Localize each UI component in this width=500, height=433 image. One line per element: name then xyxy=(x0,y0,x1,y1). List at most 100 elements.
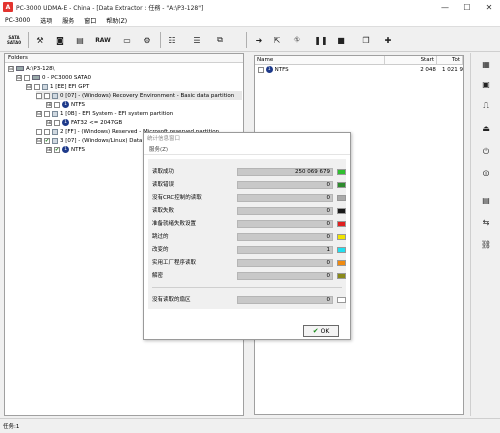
ok-label: OK xyxy=(320,327,330,335)
side-button-5[interactable]: ⏻ xyxy=(476,143,496,161)
side-button-6[interactable]: ⏼ xyxy=(476,165,496,183)
tree-item-partition-0[interactable]: 0 [07] - (Windows) Recovery Environment … xyxy=(36,91,242,100)
filesystem-icon: 1 xyxy=(62,119,69,126)
stat-color-swatch xyxy=(337,234,346,240)
pause-button[interactable]: ❚❚ xyxy=(312,31,330,49)
list-icon: ☰ xyxy=(193,35,201,45)
export-button[interactable]: ⇱ xyxy=(268,31,286,49)
list-header: Name Start Tot xyxy=(255,56,463,65)
expand-icon[interactable]: ⊞ xyxy=(46,101,52,108)
tree-item-partition-3[interactable]: ⊟ ✔ 3 [07] - (Windows/Linux) Data - xyxy=(36,136,146,145)
map-button[interactable]: ▤ xyxy=(71,31,89,49)
side-button-1[interactable]: ▦ xyxy=(476,55,496,73)
tree-checkbox[interactable] xyxy=(34,83,40,90)
tree-checkbox[interactable] xyxy=(44,110,50,117)
stat-value: 0 xyxy=(237,233,333,241)
disk-button[interactable]: ▭ xyxy=(118,31,136,49)
menu-help[interactable]: 帮助(Z) xyxy=(101,16,132,25)
tree-item-fat32[interactable]: ⊞ 1 FAT32 <= 2047GB xyxy=(46,118,122,127)
tree-checkbox[interactable] xyxy=(24,74,30,81)
filesystem-icon: 1 xyxy=(265,66,273,73)
expand-icon[interactable]: ⊞ xyxy=(46,146,52,153)
close-button[interactable]: ✕ xyxy=(478,0,500,14)
collapse-icon[interactable]: ⊟ xyxy=(8,65,14,72)
stat-label: 读取错误 xyxy=(152,182,175,188)
side-button-8[interactable]: ⇆ xyxy=(476,213,496,231)
layers-button[interactable]: ⧉ xyxy=(211,31,229,49)
ok-button[interactable]: ✔ OK xyxy=(303,325,339,337)
stat-color-swatch xyxy=(337,221,346,227)
list-item-name: NTFS xyxy=(274,66,289,73)
stop-button[interactable]: ■ xyxy=(332,31,350,49)
chip-icon: ▦ xyxy=(482,59,490,69)
menu-window[interactable]: 窗口 xyxy=(79,16,101,25)
column-name[interactable]: Name xyxy=(255,56,385,64)
tree-checkbox[interactable] xyxy=(54,101,60,108)
dialog-menu-service[interactable]: 服务(Z) xyxy=(144,145,350,155)
network-icon: ⛗ xyxy=(293,35,301,44)
collapse-icon[interactable]: ⊟ xyxy=(16,74,22,81)
expand-icon[interactable]: ⊞ xyxy=(46,119,52,126)
stat-value: 0 xyxy=(237,272,333,280)
tree-item-label: 0 - PC3000 SATA0 xyxy=(42,74,92,81)
side-button-9[interactable]: ⛓ xyxy=(476,235,496,253)
menu-pc3000[interactable]: PC-3000 xyxy=(0,17,35,24)
binoculars-button[interactable]: ◙ xyxy=(51,31,69,49)
tree-checkbox[interactable] xyxy=(44,128,50,135)
binoculars-icon: ◙ xyxy=(56,35,64,45)
tree-item-label: NTFS xyxy=(71,146,86,153)
tree-item-device[interactable]: ⊟ 0 - PC3000 SATA0 xyxy=(16,73,91,82)
list-item-checkbox[interactable] xyxy=(258,66,264,73)
menu-service[interactable]: 服务 xyxy=(57,16,79,25)
side-button-4[interactable]: ⏏ xyxy=(476,119,496,137)
tree-item-gpt[interactable]: ⊟ 1 [EE] EFI GPT xyxy=(26,82,89,91)
pause-icon: ❚❚ xyxy=(314,35,328,45)
go-button[interactable]: ➜ xyxy=(250,31,268,49)
collapse-icon[interactable]: ⊟ xyxy=(26,83,32,90)
tree-item-label: 3 [07] - (Windows/Linux) Data - xyxy=(60,137,147,144)
tree-item-ntfs-0[interactable]: ⊞ 1 NTFS xyxy=(46,100,85,109)
collapse-icon[interactable]: ⊟ xyxy=(36,137,42,144)
stat-label: 跳过的 xyxy=(152,234,169,240)
minimize-button[interactable]: — xyxy=(434,0,456,14)
tree-checkbox[interactable]: ✔ xyxy=(54,146,60,153)
pin-button[interactable]: ✚ xyxy=(379,31,397,49)
stat-value: 0 xyxy=(237,194,333,202)
tree-item-label: 1 [EE] EFI GPT xyxy=(50,83,90,90)
tree-item-root[interactable]: ⊟ A:\P3-128\ xyxy=(8,64,55,73)
list-item[interactable]: 1 NTFS 2 048 1 021 9 xyxy=(255,65,463,74)
collapse-icon[interactable] xyxy=(36,128,42,135)
toolbar-separator xyxy=(28,32,29,48)
tree-checkbox[interactable]: ✔ xyxy=(44,137,50,144)
column-total[interactable]: Tot xyxy=(437,56,463,64)
column-start[interactable]: Start xyxy=(385,56,437,64)
side-button-3[interactable]: ⎍ xyxy=(476,97,496,115)
copy-button[interactable]: ❐ xyxy=(357,31,375,49)
menu-options[interactable]: 选项 xyxy=(35,16,57,25)
tree-checkbox[interactable] xyxy=(54,119,60,126)
maximize-button[interactable]: ☐ xyxy=(456,0,478,14)
side-button-7[interactable]: ▤ xyxy=(476,191,496,209)
settings-button[interactable]: ⚙ xyxy=(138,31,156,49)
tree-checkbox[interactable] xyxy=(44,92,50,99)
stat-row-read-success: 读取成功 250 069 679 xyxy=(148,167,346,177)
disk-icon: ▭ xyxy=(123,35,131,45)
tree-item-ntfs-3[interactable]: ⊞ ✔ 1 NTFS xyxy=(46,145,85,154)
list-item-total: 1 021 9 xyxy=(441,66,463,73)
side-toolbar: ▦ ▣ ⎍ ⏏ ⏻ ⏼ ▤ ⇆ ⛓ xyxy=(470,53,500,416)
collapse-icon[interactable]: ⊟ xyxy=(36,110,42,117)
raw-button[interactable]: RAW xyxy=(93,31,113,49)
tree-item-label: A:\P3-128\ xyxy=(26,65,55,72)
disk-monitor-icon: ▤ xyxy=(482,195,490,205)
tree-view-button[interactable]: ☷ xyxy=(163,31,181,49)
side-button-2[interactable]: ▣ xyxy=(476,75,496,93)
list-view-button[interactable]: ☰ xyxy=(188,31,206,49)
tools-button[interactable]: ⚒ xyxy=(31,31,49,49)
network-button[interactable]: ⛗ xyxy=(288,31,306,49)
collapse-icon[interactable] xyxy=(36,92,42,99)
sata-port-button[interactable]: SATA SATA0 xyxy=(3,31,25,49)
tree-item-partition-1[interactable]: ⊟ 1 [0B] - EFI System - EFI system parti… xyxy=(36,109,173,118)
stat-row-read-failed: 读取失败 0 xyxy=(148,206,346,216)
stat-value: 250 069 679 xyxy=(237,168,333,176)
title-bar: A PC-3000 UDMA-E - China - [Data Extract… xyxy=(0,0,500,14)
